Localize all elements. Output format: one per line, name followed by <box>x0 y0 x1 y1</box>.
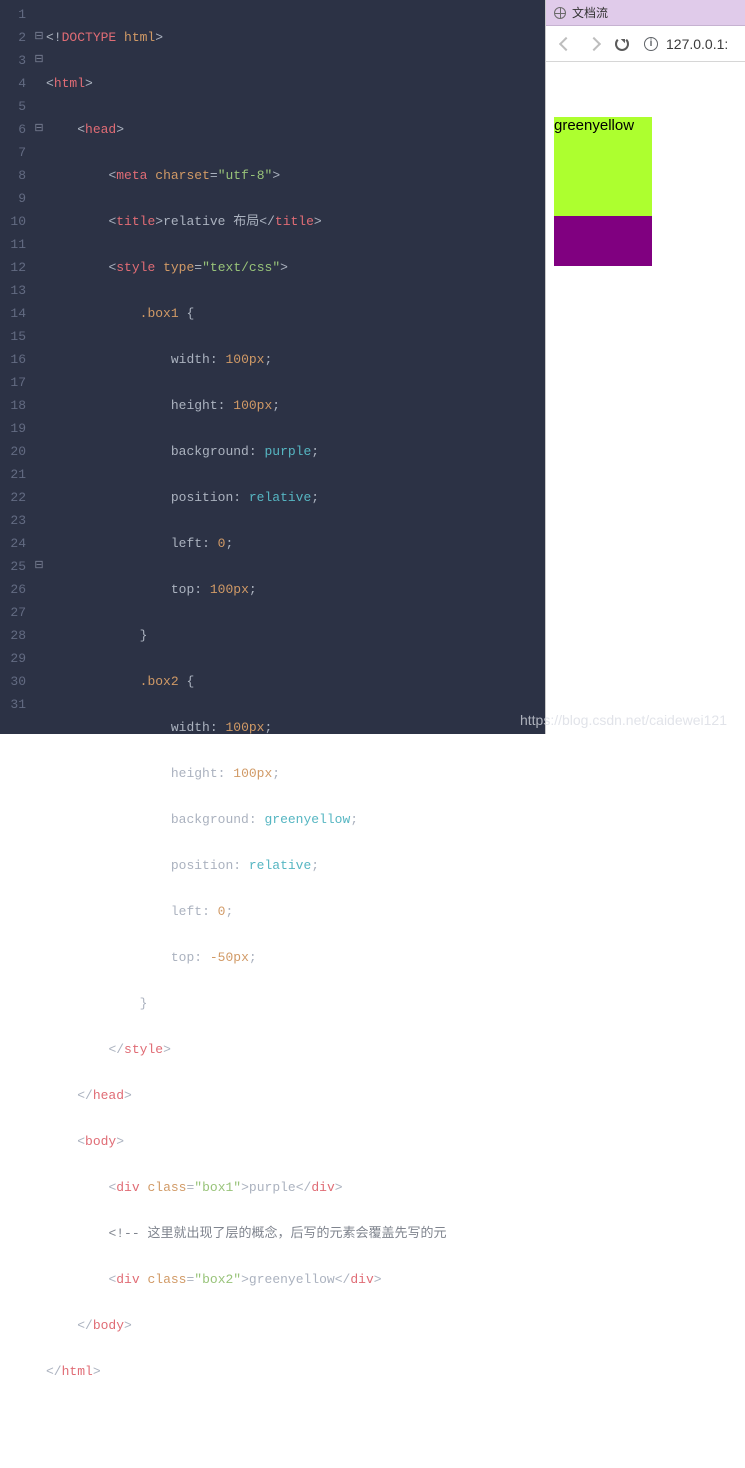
code-line: } <box>46 624 545 647</box>
code-line: background: greenyellow; <box>46 808 545 831</box>
code-line: <meta charset="utf-8"> <box>46 164 545 187</box>
address-bar[interactable]: i 127.0.0.1: <box>644 31 739 57</box>
code-line: <head> <box>46 118 545 141</box>
green-box: greenyellow <box>554 117 652 216</box>
code-line: <div class="box2">greenyellow</div> <box>46 1268 545 1291</box>
arrow-left-icon <box>559 36 573 50</box>
fold-gutter[interactable]: ⊟⊟⊟⊟ <box>32 0 46 716</box>
code-area[interactable]: <!DOCTYPE html> <html> <head> <meta char… <box>46 3 545 1468</box>
code-line: position: relative; <box>46 854 545 877</box>
code-line: left: 0; <box>46 900 545 923</box>
code-line: <html> <box>46 72 545 95</box>
code-line: top: 100px; <box>46 578 545 601</box>
forward-button[interactable] <box>580 30 608 58</box>
code-line: <!DOCTYPE html> <box>46 26 545 49</box>
code-editor[interactable]: 1234567891011121314151617181920212223242… <box>0 0 545 734</box>
code-line: .box1 { <box>46 302 545 325</box>
code-line: <body> <box>46 1130 545 1153</box>
site-info-icon[interactable]: i <box>644 37 658 51</box>
code-line: background: purple; <box>46 440 545 463</box>
back-button[interactable] <box>552 30 580 58</box>
code-line: width: 100px; <box>46 716 545 739</box>
code-line: <title>relative 布局</title> <box>46 210 545 233</box>
code-line: left: 0; <box>46 532 545 555</box>
code-line: height: 100px; <box>46 394 545 417</box>
code-line: width: 100px; <box>46 348 545 371</box>
code-line: height: 100px; <box>46 762 545 785</box>
reload-icon <box>615 37 629 51</box>
code-line: top: -50px; <box>46 946 545 969</box>
code-line: </body> <box>46 1314 545 1337</box>
code-line: </html> <box>46 1360 545 1383</box>
reload-button[interactable] <box>608 30 636 58</box>
page-viewport: greenyellow <box>546 62 745 734</box>
code-line: <style type="text/css"> <box>46 256 545 279</box>
tab-title: 文档流 <box>572 4 608 21</box>
code-line <box>46 1406 545 1429</box>
browser-window: 文档流 i 127.0.0.1: greenyellow <box>545 0 745 734</box>
watermark-text: https://blog.csdn.net/caidewei121 <box>520 712 727 728</box>
url-text: 127.0.0.1: <box>666 36 728 52</box>
arrow-right-icon <box>587 36 601 50</box>
code-line: } <box>46 992 545 1015</box>
code-line: position: relative; <box>46 486 545 509</box>
purple-box <box>554 216 652 266</box>
code-line: </head> <box>46 1084 545 1107</box>
code-line: <div class="box1">purple</div> <box>46 1176 545 1199</box>
line-number-gutter: 1234567891011121314151617181920212223242… <box>0 0 32 716</box>
code-line: </style> <box>46 1038 545 1061</box>
code-line: <!-- 这里就出现了层的概念，后写的元素会覆盖先写的元 <box>46 1222 545 1245</box>
browser-tab[interactable]: 文档流 <box>546 0 745 26</box>
browser-toolbar: i 127.0.0.1: <box>546 26 745 62</box>
code-line: .box2 { <box>46 670 545 693</box>
globe-icon <box>554 7 566 19</box>
